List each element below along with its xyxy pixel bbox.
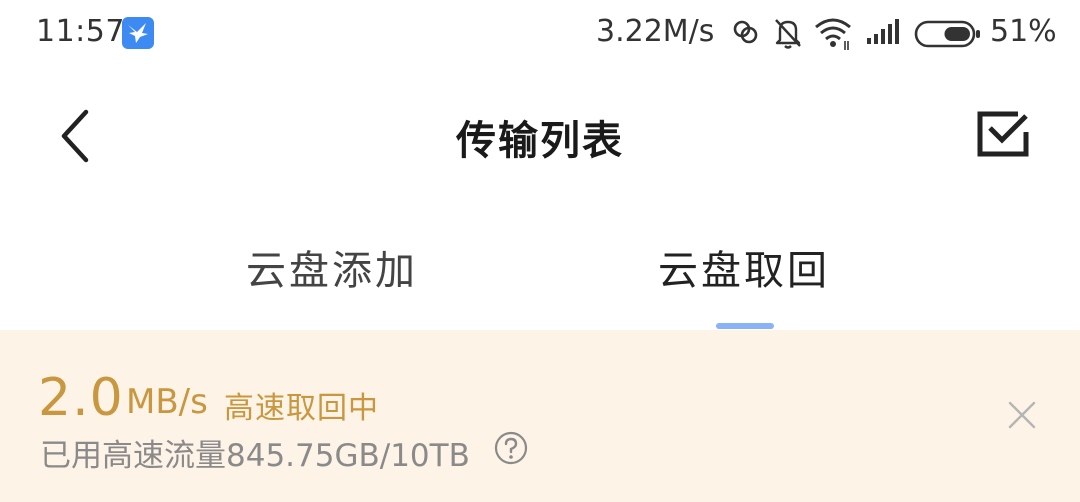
tab-cloud-retrieve[interactable]: 云盘取回 [658,238,830,296]
traffic-usage: 已用高速流量845.75GB/10TB [40,438,470,474]
mute-bell-icon [772,16,804,54]
wifi-icon [814,16,854,56]
transfer-speed-unit: MB/s [126,382,208,422]
network-speed: 3.22M/s [596,14,715,49]
status-time: 11:57 [36,14,125,49]
hotspot-icon [730,16,762,52]
checkbox-icon [977,111,1029,157]
transfer-speed-value: 2.0 [38,368,124,428]
title-bar: 传输列表 [0,70,1080,194]
close-icon[interactable] [1006,399,1038,431]
battery-icon [914,20,982,52]
status-bar: 11:57 3.22M/s 51% [0,0,1080,70]
transfer-status: 高速取回中 [224,391,379,426]
active-tab-indicator [716,323,774,329]
question-circle-icon[interactable] [494,431,528,465]
transfer-tabs: 云盘添加 云盘取回 [0,194,1080,330]
speed-banner: 2.0 MB/s 高速取回中 已用高速流量845.75GB/10TB [0,330,1080,502]
multi-select-button[interactable] [972,104,1034,166]
bird-icon [122,17,154,49]
battery-percent: 51% [990,14,1057,49]
signal-icon [866,16,902,52]
tab-cloud-add[interactable]: 云盘添加 [246,238,418,296]
page-title: 传输列表 [456,118,624,164]
